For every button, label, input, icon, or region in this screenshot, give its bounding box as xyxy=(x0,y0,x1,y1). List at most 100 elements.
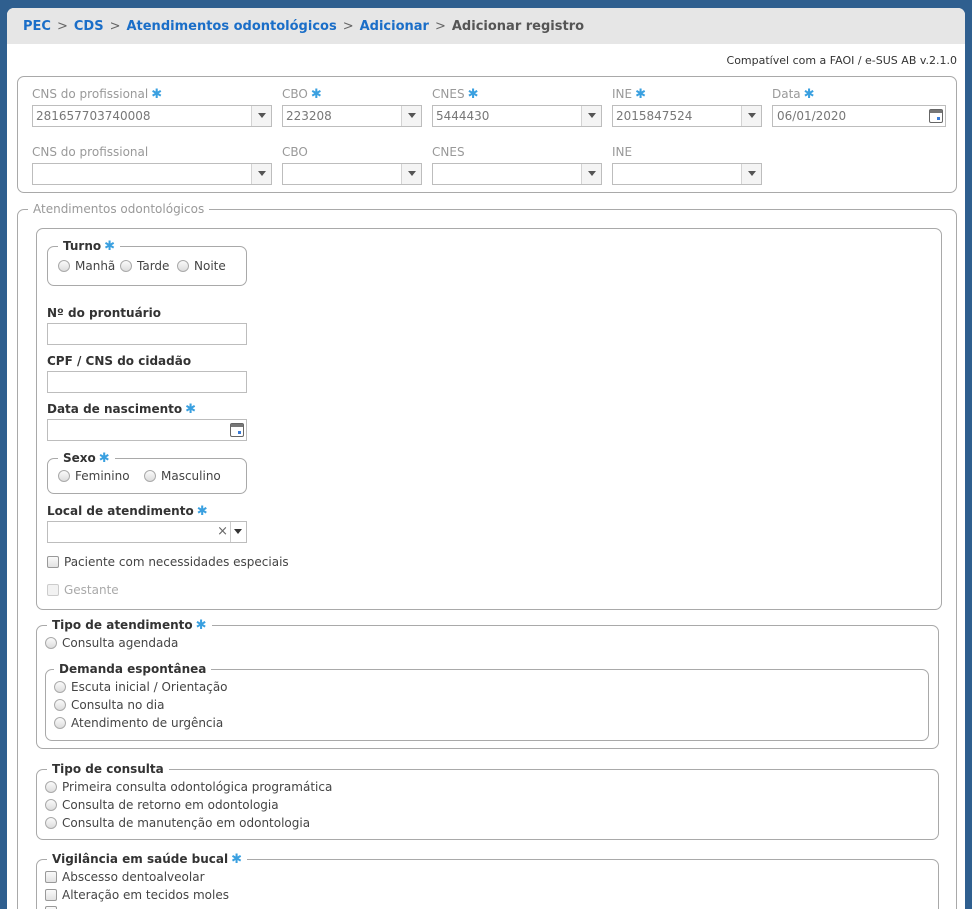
cnes-select[interactable]: 5444430 xyxy=(432,105,602,127)
tipo-atendimento-legend: Tipo de atendimento ✱ xyxy=(47,617,212,634)
tipo-atendimento-section: Tipo de atendimento ✱ Consulta agendada D… xyxy=(36,617,939,749)
chevron-down-icon[interactable] xyxy=(741,106,761,126)
consulta-manutencao-radio[interactable]: Consulta de manutenção em odontologia xyxy=(45,816,310,830)
radio-icon[interactable] xyxy=(45,817,57,829)
form-panel: PEC > CDS > Atendimentos odontológicos >… xyxy=(7,8,965,909)
abscesso-checkbox[interactable]: Abscesso dentoalveolar xyxy=(45,870,205,884)
turno-manha-radio[interactable]: Manhã xyxy=(58,259,115,273)
ine-label-2: INE xyxy=(612,145,633,159)
cbo-select[interactable]: 223208 xyxy=(282,105,422,127)
vigilancia-section: Vigilância em saúde bucal ✱ Abscesso dent… xyxy=(36,851,939,909)
turno-group: Turno ✱ Manhã Tarde Noite xyxy=(47,238,247,286)
nascimento-input[interactable] xyxy=(47,419,247,441)
radio-icon[interactable] xyxy=(45,781,57,793)
required-icon: ✱ xyxy=(310,87,322,102)
breadcrumb-separator: > xyxy=(342,18,354,34)
cbo-label: CBO ✱ xyxy=(282,87,322,102)
breadcrumb-pec[interactable]: PEC xyxy=(23,19,51,34)
cnes-label-2: CNES xyxy=(432,145,465,159)
chevron-down-icon[interactable] xyxy=(230,522,246,542)
chevron-down-icon[interactable] xyxy=(401,106,421,126)
radio-icon[interactable] xyxy=(54,681,66,693)
compat-note: Compatível com a FAOI / e-SUS AB v.2.1.0 xyxy=(726,54,957,67)
breadcrumb-current: Adicionar registro xyxy=(451,18,585,34)
breadcrumb-separator: > xyxy=(109,18,121,34)
necessidades-checkbox[interactable]: Paciente com necessidades especiais xyxy=(47,555,289,569)
professional-section: CNS do profissional ✱ 281657703740008 CBO… xyxy=(17,76,957,193)
required-icon: ✱ xyxy=(104,239,116,254)
cbo-select-2[interactable] xyxy=(282,163,422,185)
prontuario-label: Nº do prontuário xyxy=(47,306,161,320)
cns-label: CNS do profissional ✱ xyxy=(32,87,163,102)
sexo-feminino-radio[interactable]: Feminino xyxy=(58,469,130,483)
required-icon: ✱ xyxy=(803,87,815,102)
clear-icon[interactable]: × xyxy=(217,522,228,542)
turno-tarde-radio[interactable]: Tarde xyxy=(120,259,169,273)
ine-select-2[interactable] xyxy=(612,163,762,185)
local-label: Local de atendimento ✱ xyxy=(47,504,208,519)
breadcrumb-separator: > xyxy=(434,18,446,34)
checkbox-icon xyxy=(47,584,59,596)
cnes-select-2[interactable] xyxy=(432,163,602,185)
vigilancia-legend: Vigilância em saúde bucal ✱ xyxy=(47,851,248,868)
required-icon: ✱ xyxy=(195,618,207,633)
patient-section: Turno ✱ Manhã Tarde Noite Nº do prontuári… xyxy=(36,228,942,610)
required-icon: ✱ xyxy=(185,402,197,417)
atendimentos-section: Atendimentos odontológicos Turno ✱ Manhã … xyxy=(17,201,957,909)
tipo-consulta-legend: Tipo de consulta xyxy=(47,761,169,777)
required-icon: ✱ xyxy=(196,504,208,519)
radio-icon[interactable] xyxy=(58,470,70,482)
turno-noite-radio[interactable]: Noite xyxy=(177,259,226,273)
cbo-label-2: CBO xyxy=(282,145,308,159)
radio-icon[interactable] xyxy=(45,799,57,811)
atendimento-urgencia-radio[interactable]: Atendimento de urgência xyxy=(54,716,223,730)
required-icon: ✱ xyxy=(467,87,479,102)
escuta-inicial-radio[interactable]: Escuta inicial / Orientação xyxy=(54,680,228,694)
prontuario-input[interactable] xyxy=(47,323,247,345)
turno-legend: Turno ✱ xyxy=(58,238,121,255)
chevron-down-icon[interactable] xyxy=(251,164,271,184)
atendimentos-legend: Atendimentos odontológicos xyxy=(28,201,210,217)
breadcrumb-cds[interactable]: CDS xyxy=(74,19,104,34)
chevron-down-icon[interactable] xyxy=(581,106,601,126)
ine-select[interactable]: 2015847524 xyxy=(612,105,762,127)
checkbox-icon[interactable] xyxy=(47,556,59,568)
radio-icon[interactable] xyxy=(58,260,70,272)
primeira-consulta-radio[interactable]: Primeira consulta odontológica programát… xyxy=(45,780,332,794)
breadcrumb-adicionar[interactable]: Adicionar xyxy=(360,19,429,34)
consulta-agendada-radio[interactable]: Consulta agendada xyxy=(45,636,178,650)
local-select[interactable]: × xyxy=(47,521,247,543)
consulta-retorno-radio[interactable]: Consulta de retorno em odontologia xyxy=(45,798,279,812)
calendar-icon[interactable] xyxy=(929,109,943,123)
chevron-down-icon[interactable] xyxy=(741,164,761,184)
nascimento-label: Data de nascimento ✱ xyxy=(47,402,197,417)
cpf-cns-label: CPF / CNS do cidadão xyxy=(47,354,192,368)
radio-icon[interactable] xyxy=(177,260,189,272)
alteracao-tecidos-checkbox[interactable]: Alteração em tecidos moles xyxy=(45,888,229,902)
sexo-masculino-radio[interactable]: Masculino xyxy=(144,469,221,483)
radio-icon[interactable] xyxy=(45,637,57,649)
cnes-label: CNES ✱ xyxy=(432,87,479,102)
radio-icon[interactable] xyxy=(54,699,66,711)
calendar-icon[interactable] xyxy=(230,423,244,437)
chevron-down-icon[interactable] xyxy=(581,164,601,184)
chevron-down-icon[interactable] xyxy=(401,164,421,184)
breadcrumb-atendimentos[interactable]: Atendimentos odontológicos xyxy=(126,19,336,34)
breadcrumb-separator: > xyxy=(56,18,68,34)
radio-icon[interactable] xyxy=(144,470,156,482)
cpf-cns-input[interactable] xyxy=(47,371,247,393)
checkbox-icon[interactable] xyxy=(45,889,57,901)
ine-label: INE ✱ xyxy=(612,87,647,102)
cns-select-2[interactable] xyxy=(32,163,272,185)
cns-select[interactable]: 281657703740008 xyxy=(32,105,272,127)
tipo-consulta-section: Tipo de consulta Primeira consulta odont… xyxy=(36,761,939,840)
date-label: Data ✱ xyxy=(772,87,815,102)
sexo-group: Sexo ✱ Feminino Masculino xyxy=(47,450,247,494)
consulta-dia-radio[interactable]: Consulta no dia xyxy=(54,698,164,712)
demanda-group: Demanda espontânea Escuta inicial / Orie… xyxy=(45,661,929,741)
chevron-down-icon[interactable] xyxy=(251,106,271,126)
radio-icon[interactable] xyxy=(54,717,66,729)
checkbox-icon[interactable] xyxy=(45,871,57,883)
date-input[interactable]: 06/01/2020 xyxy=(772,105,946,127)
radio-icon[interactable] xyxy=(120,260,132,272)
